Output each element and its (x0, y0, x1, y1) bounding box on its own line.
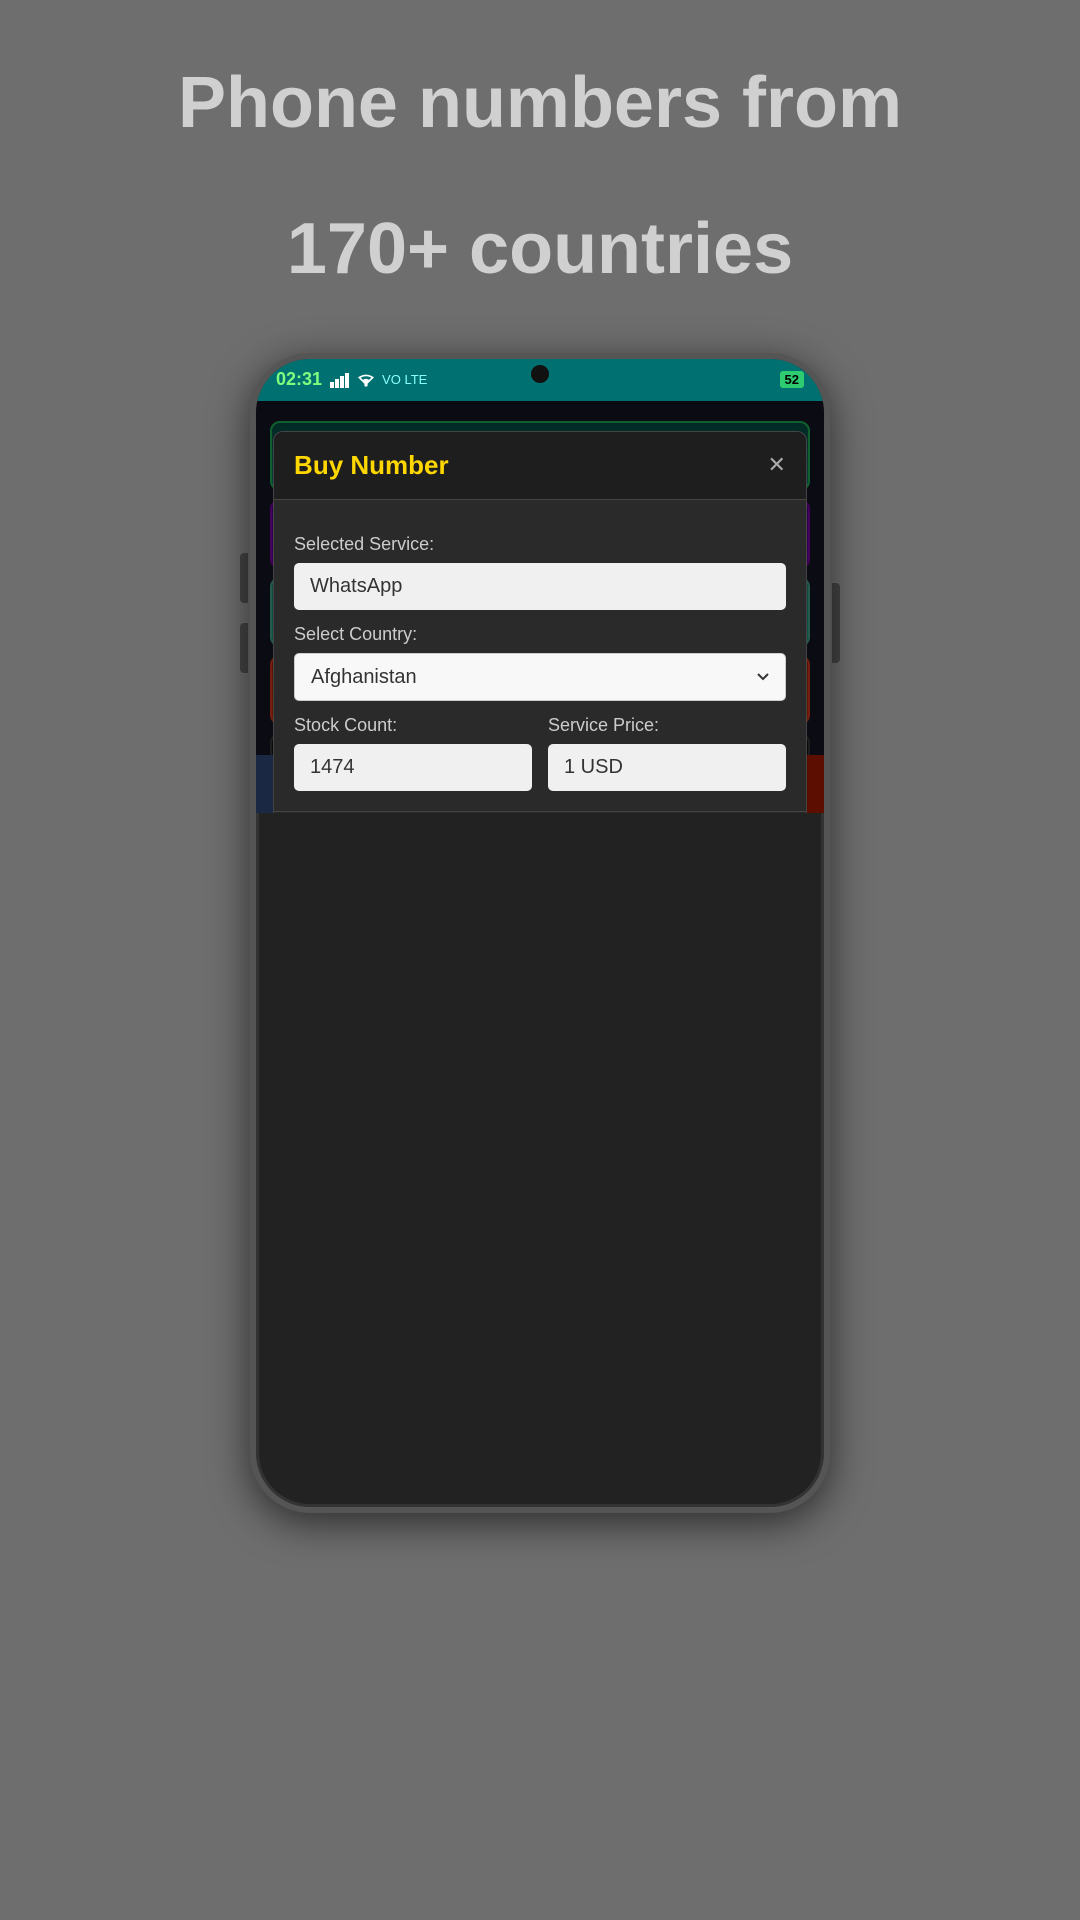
vo-lte-label: VO LTE (382, 372, 427, 387)
modal-footer: Close Buy Number (274, 811, 806, 813)
volume-down-btn (240, 623, 248, 673)
status-time: 02:31 (276, 369, 322, 390)
headline-line2: 170+ countries (0, 206, 1080, 292)
stock-price-row: Stock Count: Service Price: (294, 701, 786, 791)
stock-count-field: Stock Count: (294, 701, 532, 791)
status-icons: VO LTE (330, 372, 427, 388)
selected-service-label: Selected Service: (294, 534, 786, 555)
buy-number-modal: Buy Number ✕ Selected Service: Select Co… (273, 431, 807, 813)
page-headline: Phone numbers from 170+ countries (0, 0, 1080, 293)
selected-service-input (294, 563, 786, 610)
status-right: 52 (780, 371, 804, 388)
modal-header: Buy Number ✕ (274, 432, 806, 500)
modal-overlay: Buy Number ✕ Selected Service: Select Co… (256, 401, 824, 813)
service-price-input (548, 744, 786, 791)
status-bar: 02:31 VO LTE 52 (256, 359, 824, 401)
select-country-label: Select Country: (294, 624, 786, 645)
service-price-label: Service Price: (548, 715, 786, 736)
select-country-field: Select Country: Afghanistan (294, 624, 786, 701)
headline-line1: Phone numbers from (0, 60, 1080, 146)
phone-mockup: 02:31 VO LTE 52 (250, 353, 830, 1553)
modal-title: Buy Number (294, 450, 449, 481)
power-btn (832, 583, 840, 663)
service-price-field: Service Price: (548, 701, 786, 791)
camera-notch (531, 365, 549, 383)
modal-close-button[interactable]: ✕ (768, 452, 786, 478)
app-background: WhatsApp Y Yahoo Yalla Я Yandex YouDo (256, 401, 824, 813)
selected-service-field: Selected Service: (294, 534, 786, 610)
stock-count-label: Stock Count: (294, 715, 532, 736)
battery-badge: 52 (780, 371, 804, 388)
signal-icon (330, 372, 350, 388)
modal-body: Selected Service: Select Country: Afghan… (274, 500, 806, 811)
stock-count-input (294, 744, 532, 791)
phone-frame: 02:31 VO LTE 52 (250, 353, 830, 1513)
wifi-icon (356, 372, 376, 388)
country-select[interactable]: Afghanistan (294, 653, 786, 701)
volume-up-btn (240, 553, 248, 603)
